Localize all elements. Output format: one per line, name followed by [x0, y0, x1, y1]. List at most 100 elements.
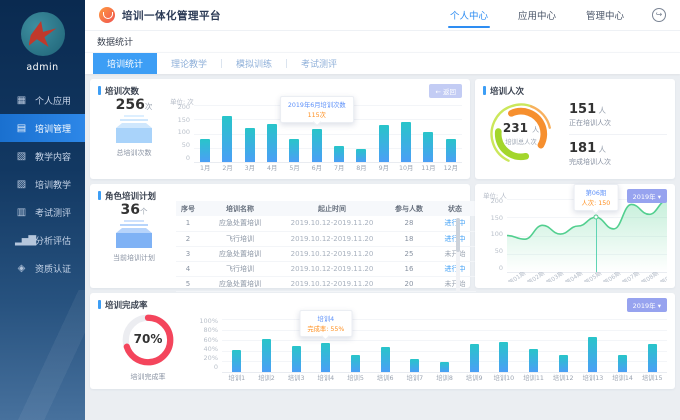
- completion-bar-chart: 100%80%60%40%20%0培训4完成率: 55%培训1培训2培训3培训4…: [198, 310, 667, 382]
- plot-area: 培训4完成率: 55%: [222, 319, 667, 372]
- person-stat-value: 151: [569, 102, 596, 117]
- sidebar-item-培训教学[interactable]: ▨ 培训教学: [0, 170, 85, 198]
- bar-chart-icon: ▂▅▇: [15, 235, 27, 246]
- table-row[interactable]: 4飞行培训2019.10.12-2019.11.2016进行中: [176, 262, 476, 277]
- table-header-起止时间: 起止时间: [280, 201, 384, 216]
- table-row[interactable]: 3应急处置培训2019.10.12-2019.11.2025未开始: [176, 246, 476, 261]
- bar[interactable]: [618, 355, 627, 372]
- sidebar-menu: ▦个人应用▤培训管理▧教学内容 ▨ 培训教学 ▥考试测评▂▅▇分析评估◈资质认证: [0, 86, 85, 282]
- person-donut-chart: 231 人 培训总人次: [483, 96, 559, 172]
- box-3d-icon: [112, 115, 156, 143]
- bar[interactable]: [379, 125, 389, 162]
- bar[interactable]: [410, 359, 419, 372]
- bar[interactable]: [470, 344, 479, 372]
- bar[interactable]: [245, 128, 255, 162]
- table-cell: 2019.10.12-2019.11.20: [280, 216, 384, 231]
- sidebar-item-label: 教学内容: [35, 150, 71, 163]
- bar[interactable]: [356, 149, 366, 162]
- bar[interactable]: [559, 355, 568, 372]
- bar[interactable]: [499, 342, 508, 372]
- table-cell: 2019.10.12-2019.11.20: [280, 246, 384, 261]
- bar[interactable]: [312, 129, 322, 162]
- bar[interactable]: [222, 116, 232, 162]
- sidebar-item-培训管理[interactable]: ▤培训管理: [0, 114, 85, 142]
- completion-donut-chart: 70% 培训完成率: [98, 310, 198, 382]
- table-row[interactable]: 5应急处置培训2019.10.12-2019.11.2020未开始: [176, 277, 476, 292]
- plot-area: 第06期人次: 150: [507, 199, 667, 272]
- table-cell: 进行中: [434, 262, 476, 277]
- tab-模拟训练[interactable]: 模拟训练: [222, 53, 286, 74]
- title-accent-bar: [98, 86, 101, 95]
- bar[interactable]: [529, 349, 538, 372]
- table-cell: 3: [176, 246, 200, 261]
- presentation-icon: ▨: [15, 179, 27, 190]
- bar[interactable]: [446, 139, 456, 162]
- sidebar-item-考试测评[interactable]: ▥考试测评: [0, 198, 85, 226]
- year-dropdown[interactable]: 2019年 ▾: [627, 189, 667, 203]
- table-cell: 18: [384, 231, 434, 246]
- bar[interactable]: [381, 347, 390, 372]
- main-area: 培训一体化管理平台 个人中心应用中心管理中心 ↪ 数据统计 培训统计理论教学模拟训…: [85, 0, 680, 420]
- table-cell: 25: [384, 246, 434, 261]
- card-training-count-title: 培训次数: [98, 85, 462, 96]
- bar[interactable]: [401, 122, 411, 162]
- role-plan-unit: 个: [140, 207, 148, 216]
- sidebar-item-label: 培训教学: [35, 178, 71, 191]
- nav-item-应用中心[interactable]: 应用中心: [516, 0, 558, 31]
- person-stat: 181 人完成培训人次: [569, 134, 667, 173]
- sidebar-item-资质认证[interactable]: ◈资质认证: [0, 254, 85, 282]
- table-cell: 飞行培训: [200, 231, 280, 246]
- card-role-plan-title: 角色培训计划: [98, 190, 462, 201]
- table-cell: 1: [176, 216, 200, 231]
- bar[interactable]: [440, 362, 449, 372]
- bar[interactable]: [648, 344, 657, 372]
- logout-icon[interactable]: ↪: [652, 8, 666, 22]
- scrollbar-thumb[interactable]: [456, 218, 460, 252]
- back-button[interactable]: ← 返回: [429, 84, 462, 98]
- title-accent-bar: [98, 191, 101, 200]
- exam-icon: ▥: [15, 207, 27, 218]
- bar[interactable]: [262, 339, 271, 372]
- tab-培训统计[interactable]: 培训统计: [93, 53, 157, 74]
- bar[interactable]: [334, 146, 344, 162]
- period-dropdown[interactable]: 2019年 ▾: [627, 298, 667, 312]
- training-count-value: 256: [116, 97, 145, 113]
- sidebar-item-个人应用[interactable]: ▦个人应用: [0, 86, 85, 114]
- sidebar-item-教学内容[interactable]: ▧教学内容: [0, 142, 85, 170]
- table-row[interactable]: 1应急处置培训2019.10.12-2019.11.2028进行中: [176, 216, 476, 231]
- bar[interactable]: [267, 124, 277, 162]
- bar[interactable]: [321, 343, 330, 372]
- monthly-bar-chart: 单位: 次 2001501005002019年6月培训次数115次1月2月3月4…: [170, 96, 462, 172]
- bar[interactable]: [588, 337, 597, 373]
- tab-理论教学[interactable]: 理论教学: [157, 53, 221, 74]
- card-person-trend: 2019年 ▾ 单位: 人 200150100500第06期人次: 150第01…: [475, 184, 675, 288]
- training-count-unit: 次: [145, 102, 153, 111]
- sidebar-item-分析评估[interactable]: ▂▅▇分析评估: [0, 226, 85, 254]
- bar[interactable]: [351, 355, 360, 372]
- bar[interactable]: [232, 350, 241, 372]
- card-role-plan: 角色培训计划 36个 当前培训计划 序号培训名称起止时间参与人数状态1应急处置培…: [90, 184, 470, 288]
- tab-考试测评[interactable]: 考试测评: [287, 53, 351, 74]
- grid-icon: ▦: [15, 95, 27, 106]
- table-row[interactable]: 2飞行培训2019.10.12-2019.11.2018进行中: [176, 231, 476, 246]
- table-cell: 进行中: [434, 231, 476, 246]
- title-accent-bar: [483, 86, 486, 95]
- tooltip-marker-line: [596, 217, 597, 272]
- table-cell: 2: [176, 231, 200, 246]
- x-axis-labels: 第01期第02期第03期第04期第05期第06期第07期第08期第09期第10期: [507, 272, 667, 282]
- bar[interactable]: [200, 139, 210, 162]
- bar[interactable]: [292, 346, 301, 373]
- chart-tooltip: 2019年6月培训次数115次: [280, 96, 354, 123]
- bar[interactable]: [423, 132, 433, 162]
- person-stat-label: 完成培训人次: [569, 157, 667, 167]
- card-training-person-title: 培训人次: [483, 85, 667, 96]
- breadcrumb: 数据统计: [97, 35, 133, 48]
- chart-tooltip: 第06期人次: 150: [574, 184, 619, 211]
- bar[interactable]: [289, 139, 299, 162]
- app-title: 培训一体化管理平台: [122, 8, 221, 23]
- nav-item-个人中心[interactable]: 个人中心: [448, 0, 490, 31]
- training-count-caption: 总培训次数: [98, 148, 170, 158]
- breadcrumb-bar: 数据统计: [85, 30, 680, 52]
- nav-item-管理中心[interactable]: 管理中心: [584, 0, 626, 31]
- sidebar-item-label: 培训管理: [35, 122, 71, 135]
